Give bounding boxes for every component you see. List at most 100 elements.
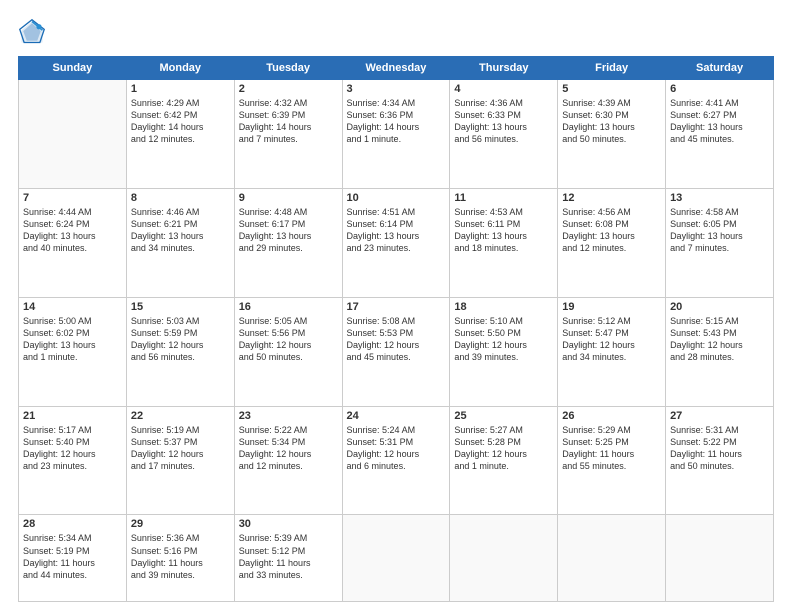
day-number: 11 [454,192,553,204]
page: SundayMondayTuesdayWednesdayThursdayFrid… [0,0,792,612]
logo-icon [18,18,46,46]
day-info: Sunrise: 5:15 AMSunset: 5:43 PMDaylight:… [670,315,769,364]
day-info: Sunrise: 5:34 AMSunset: 5:19 PMDaylight:… [23,532,122,581]
calendar-header-saturday: Saturday [666,57,774,80]
day-info: Sunrise: 5:36 AMSunset: 5:16 PMDaylight:… [131,532,230,581]
day-number: 7 [23,192,122,204]
calendar-cell: 4 Sunrise: 4:36 AMSunset: 6:33 PMDaylight… [450,80,558,189]
calendar-cell: 8 Sunrise: 4:46 AMSunset: 6:21 PMDaylight… [126,188,234,297]
calendar-cell: 1 Sunrise: 4:29 AMSunset: 6:42 PMDaylight… [126,80,234,189]
calendar-cell: 11 Sunrise: 4:53 AMSunset: 6:11 PMDayligh… [450,188,558,297]
calendar-cell: 21Sunrise: 5:17 AMSunset: 5:40 PMDayligh… [19,406,127,515]
day-info: Sunrise: 5:17 AMSunset: 5:40 PMDaylight:… [23,424,122,473]
day-info: Sunrise: 5:39 AMSunset: 5:12 PMDaylight:… [239,532,338,581]
day-number: 4 [454,83,553,95]
calendar-cell: 17 Sunrise: 5:08 AMSunset: 5:53 PMDayligh… [342,297,450,406]
day-number: 19 [562,301,661,313]
day-info: Sunrise: 4:56 AMSunset: 6:08 PMDaylight:… [562,206,661,255]
calendar-cell: 13 Sunrise: 4:58 AMSunset: 6:05 PMDayligh… [666,188,774,297]
calendar-cell: 19 Sunrise: 5:12 AMSunset: 5:47 PMDayligh… [558,297,666,406]
day-number: 28 [23,518,122,530]
calendar-cell: 7 Sunrise: 4:44 AMSunset: 6:24 PMDaylight… [19,188,127,297]
calendar-cell: 30 Sunrise: 5:39 AMSunset: 5:12 PMDayligh… [234,515,342,602]
day-info: Sunrise: 5:05 AMSunset: 5:56 PMDaylight:… [239,315,338,364]
calendar-week-row: 1 Sunrise: 4:29 AMSunset: 6:42 PMDaylight… [19,80,774,189]
calendar-cell: 24Sunrise: 5:24 AMSunset: 5:31 PMDayligh… [342,406,450,515]
day-number: 13 [670,192,769,204]
calendar-cell: 29 Sunrise: 5:36 AMSunset: 5:16 PMDayligh… [126,515,234,602]
day-number: 8 [131,192,230,204]
day-number: 17 [347,301,446,313]
calendar-cell: 27 Sunrise: 5:31 AMSunset: 5:22 PMDayligh… [666,406,774,515]
day-info: Sunrise: 4:36 AMSunset: 6:33 PMDaylight:… [454,97,553,146]
calendar-cell: 9 Sunrise: 4:48 AMSunset: 6:17 PMDaylight… [234,188,342,297]
day-number: 14 [23,301,122,313]
day-number: 23 [239,410,338,422]
day-number: 27 [670,410,769,422]
day-number: 5 [562,83,661,95]
calendar-cell [450,515,558,602]
day-info: Sunrise: 5:31 AMSunset: 5:22 PMDaylight:… [670,424,769,473]
calendar-cell: 14 Sunrise: 5:00 AMSunset: 6:02 PMDayligh… [19,297,127,406]
day-info: Sunrise: 5:19 AMSunset: 5:37 PMDaylight:… [131,424,230,473]
day-info: Sunrise: 4:58 AMSunset: 6:05 PMDaylight:… [670,206,769,255]
calendar-week-row: 21Sunrise: 5:17 AMSunset: 5:40 PMDayligh… [19,406,774,515]
calendar-cell: 16 Sunrise: 5:05 AMSunset: 5:56 PMDayligh… [234,297,342,406]
day-info: Sunrise: 4:32 AMSunset: 6:39 PMDaylight:… [239,97,338,146]
calendar-header-friday: Friday [558,57,666,80]
day-info: Sunrise: 5:03 AMSunset: 5:59 PMDaylight:… [131,315,230,364]
calendar-cell [666,515,774,602]
day-number: 6 [670,83,769,95]
calendar-header-wednesday: Wednesday [342,57,450,80]
day-number: 20 [670,301,769,313]
day-info: Sunrise: 5:24 AMSunset: 5:31 PMDaylight:… [347,424,446,473]
day-info: Sunrise: 4:29 AMSunset: 6:42 PMDaylight:… [131,97,230,146]
day-info: Sunrise: 4:39 AMSunset: 6:30 PMDaylight:… [562,97,661,146]
calendar-cell: 2 Sunrise: 4:32 AMSunset: 6:39 PMDaylight… [234,80,342,189]
logo [18,18,50,46]
day-info: Sunrise: 5:08 AMSunset: 5:53 PMDaylight:… [347,315,446,364]
calendar-cell: 3Sunrise: 4:34 AMSunset: 6:36 PMDaylight… [342,80,450,189]
day-info: Sunrise: 4:51 AMSunset: 6:14 PMDaylight:… [347,206,446,255]
day-number: 18 [454,301,553,313]
calendar-header-sunday: Sunday [19,57,127,80]
day-number: 9 [239,192,338,204]
day-number: 12 [562,192,661,204]
day-number: 26 [562,410,661,422]
calendar-cell: 6 Sunrise: 4:41 AMSunset: 6:27 PMDaylight… [666,80,774,189]
calendar-cell [558,515,666,602]
day-number: 3 [347,83,446,95]
calendar-cell: 12 Sunrise: 4:56 AMSunset: 6:08 PMDayligh… [558,188,666,297]
calendar-cell: 22 Sunrise: 5:19 AMSunset: 5:37 PMDayligh… [126,406,234,515]
day-number: 2 [239,83,338,95]
calendar-header-thursday: Thursday [450,57,558,80]
day-info: Sunrise: 5:22 AMSunset: 5:34 PMDaylight:… [239,424,338,473]
day-info: Sunrise: 4:44 AMSunset: 6:24 PMDaylight:… [23,206,122,255]
day-info: Sunrise: 4:48 AMSunset: 6:17 PMDaylight:… [239,206,338,255]
calendar-cell: 20 Sunrise: 5:15 AMSunset: 5:43 PMDayligh… [666,297,774,406]
day-info: Sunrise: 4:41 AMSunset: 6:27 PMDaylight:… [670,97,769,146]
day-number: 25 [454,410,553,422]
day-info: Sunrise: 5:00 AMSunset: 6:02 PMDaylight:… [23,315,122,364]
calendar-week-row: 14 Sunrise: 5:00 AMSunset: 6:02 PMDayligh… [19,297,774,406]
day-info: Sunrise: 5:27 AMSunset: 5:28 PMDaylight:… [454,424,553,473]
day-info: Sunrise: 4:53 AMSunset: 6:11 PMDaylight:… [454,206,553,255]
calendar-header-monday: Monday [126,57,234,80]
day-number: 30 [239,518,338,530]
day-number: 29 [131,518,230,530]
calendar-week-row: 7 Sunrise: 4:44 AMSunset: 6:24 PMDaylight… [19,188,774,297]
calendar-cell: 23 Sunrise: 5:22 AMSunset: 5:34 PMDayligh… [234,406,342,515]
calendar-cell: 15Sunrise: 5:03 AMSunset: 5:59 PMDayligh… [126,297,234,406]
day-info: Sunrise: 5:12 AMSunset: 5:47 PMDaylight:… [562,315,661,364]
day-number: 1 [131,83,230,95]
calendar-table: SundayMondayTuesdayWednesdayThursdayFrid… [18,56,774,602]
day-number: 16 [239,301,338,313]
day-number: 10 [347,192,446,204]
calendar-cell [342,515,450,602]
day-info: Sunrise: 4:46 AMSunset: 6:21 PMDaylight:… [131,206,230,255]
calendar-cell: 26Sunrise: 5:29 AMSunset: 5:25 PMDayligh… [558,406,666,515]
calendar-header-row: SundayMondayTuesdayWednesdayThursdayFrid… [19,57,774,80]
day-number: 22 [131,410,230,422]
calendar-cell [19,80,127,189]
calendar-cell: 10 Sunrise: 4:51 AMSunset: 6:14 PMDayligh… [342,188,450,297]
